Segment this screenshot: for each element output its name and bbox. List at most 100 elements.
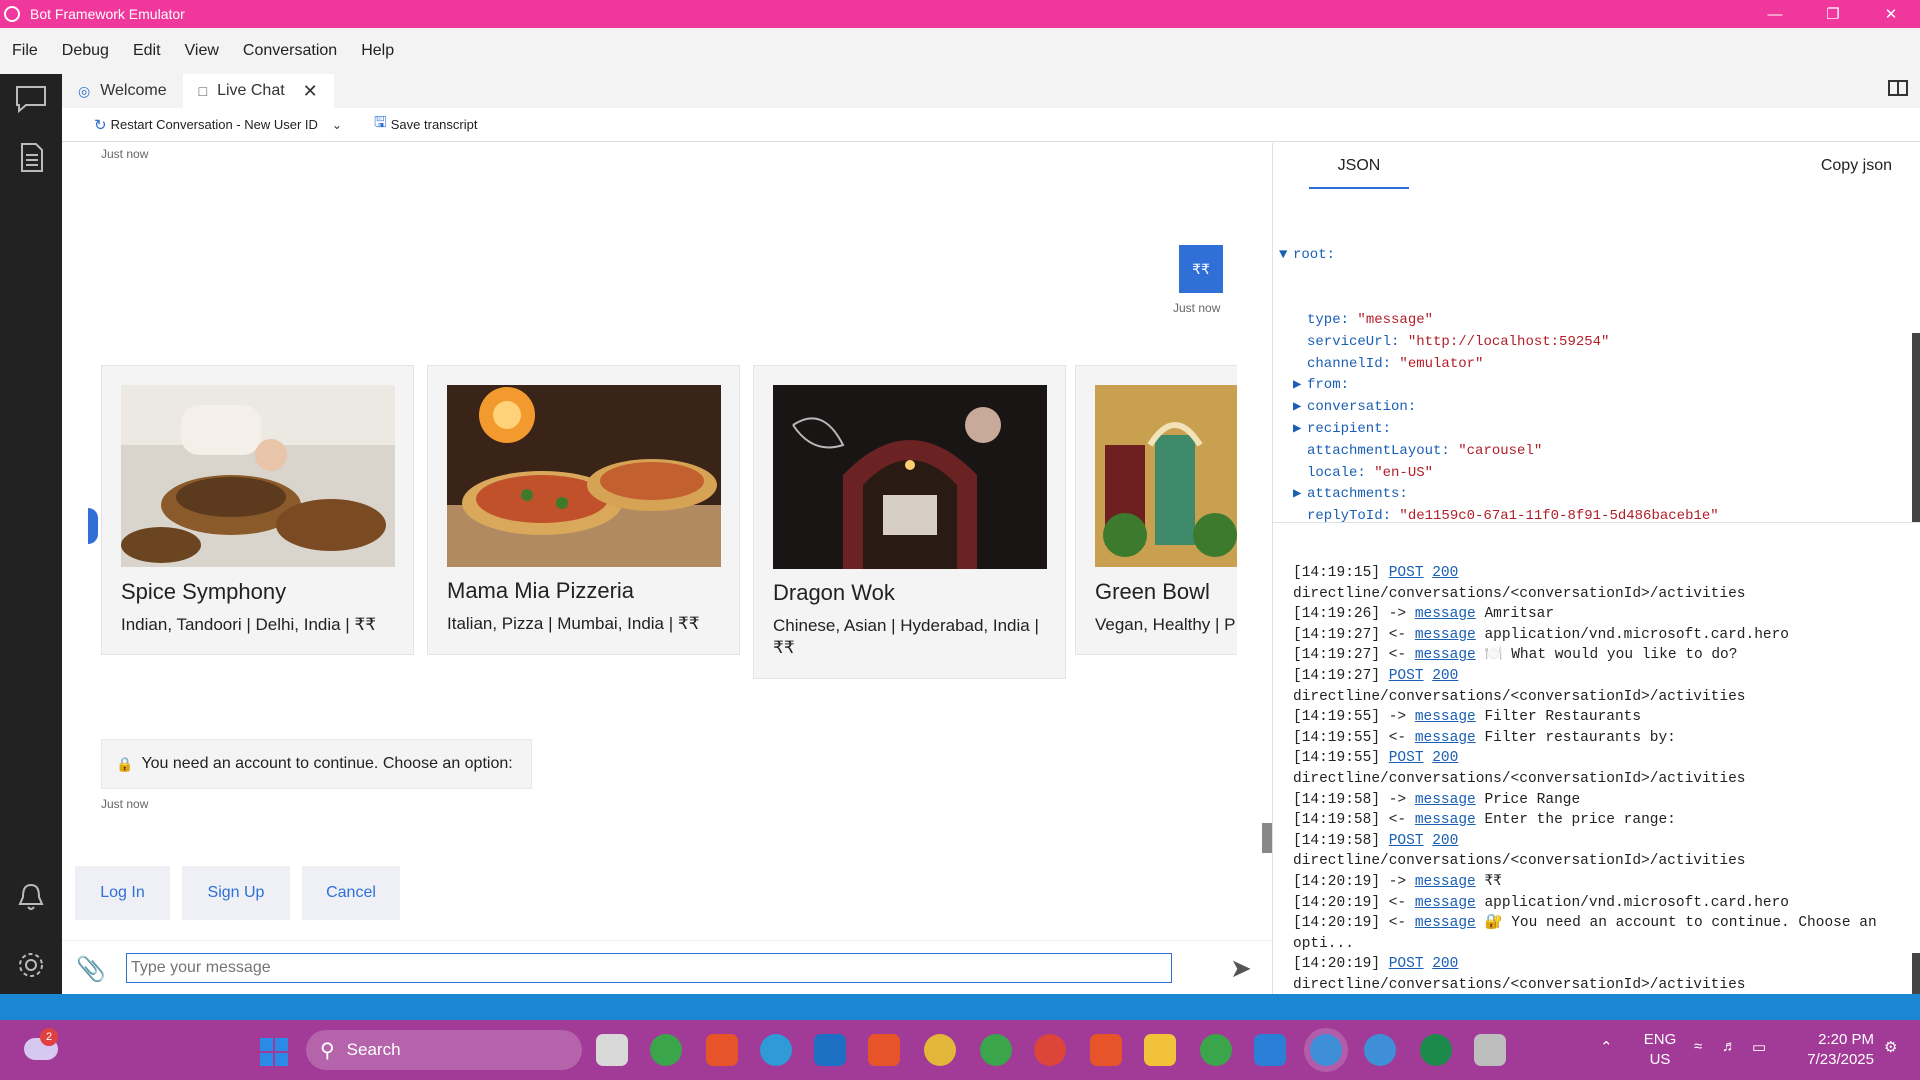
chevron-down-icon[interactable]: ⌄ <box>332 118 342 132</box>
close-window-icon[interactable]: ✕ <box>1862 0 1920 28</box>
menu-help[interactable]: Help <box>349 42 406 60</box>
chat-icon[interactable] <box>14 84 48 114</box>
restore-icon[interactable]: ❐ <box>1804 0 1862 28</box>
tab-live-chat[interactable]: □ Live Chat ✕ <box>182 74 334 108</box>
paperclip-icon[interactable]: 📎 <box>76 955 106 984</box>
log-message-link[interactable]: message <box>1415 709 1476 725</box>
hero-card[interactable]: Green Bowl Vegan, Healthy | P <box>1075 365 1237 655</box>
cancel-button[interactable]: Cancel <box>302 866 400 920</box>
chrome-icon[interactable] <box>1034 1034 1066 1066</box>
bot-emulator-icon[interactable] <box>1310 1034 1342 1066</box>
log-status-link[interactable]: 200 <box>1432 956 1458 972</box>
log-post-link[interactable]: POST <box>1389 565 1424 581</box>
refresh-icon: ↻ <box>94 116 107 134</box>
expand-arrow-icon[interactable]: ▶ <box>1293 375 1307 397</box>
chevron-up-icon[interactable]: ⌃ <box>1600 1038 1613 1056</box>
log-in-button[interactable]: Log In <box>75 866 170 920</box>
chrome-icon[interactable] <box>650 1034 682 1066</box>
bot-emulator-icon[interactable] <box>1364 1034 1396 1066</box>
app-icon[interactable] <box>1474 1034 1506 1066</box>
brave-icon[interactable] <box>1090 1034 1122 1066</box>
chrome-icon[interactable] <box>1200 1034 1232 1066</box>
vscode-icon[interactable] <box>1254 1034 1286 1066</box>
send-icon[interactable]: ➤ <box>1230 953 1252 984</box>
expand-arrow-icon[interactable]: ▼ <box>1279 245 1293 267</box>
inspector-scrollbar[interactable] <box>1912 333 1920 522</box>
taskbar-search[interactable]: ⚲ Search <box>306 1030 582 1070</box>
menu-view[interactable]: View <box>173 42 231 60</box>
settings-gear-icon[interactable] <box>14 950 48 980</box>
log-timestamp: [14:20:19] <box>1293 894 1381 911</box>
log-scrollbar[interactable] <box>1912 953 1920 994</box>
tab-welcome[interactable]: ◎ Welcome <box>62 74 183 108</box>
log-status-link[interactable]: 200 <box>1432 750 1458 766</box>
hero-card[interactable]: Spice Symphony Indian, Tandoori | Delhi,… <box>101 365 414 655</box>
chat-transcript[interactable]: Just now ₹₹ Just now Spice Symphony Indi… <box>62 143 1272 940</box>
language-indicator[interactable]: ENG US <box>1640 1030 1680 1070</box>
log-text: Filter restaurants by: <box>1484 729 1676 746</box>
expand-arrow-icon[interactable]: ▶ <box>1293 484 1307 506</box>
copy-json-button[interactable]: Copy json <box>1821 157 1892 175</box>
brave-icon[interactable] <box>868 1034 900 1066</box>
clock[interactable]: 2:20 PM 7/23/2025 <box>1796 1030 1874 1070</box>
restart-conversation-button[interactable]: ↻ Restart Conversation - New User ID ⌄ <box>94 116 342 134</box>
chat-scrollbar[interactable] <box>1262 823 1272 853</box>
start-button[interactable] <box>260 1038 288 1066</box>
sign-up-button[interactable]: Sign Up <box>182 866 290 920</box>
json-row[interactable]: ▶ from: <box>1279 375 1719 397</box>
log-post-link[interactable]: POST <box>1389 956 1424 972</box>
menu-conversation[interactable]: Conversation <box>231 42 349 60</box>
log-post-link[interactable]: POST <box>1389 668 1424 684</box>
log-message-link[interactable]: message <box>1415 915 1476 931</box>
notification-icon[interactable]: ⚙ <box>1884 1038 1897 1056</box>
battery-icon[interactable]: ▭ <box>1752 1038 1766 1056</box>
log-timestamp: [14:19:58] <box>1293 791 1381 808</box>
tab-json[interactable]: JSON <box>1309 157 1409 189</box>
log-message-link[interactable]: message <box>1415 895 1476 911</box>
outlook-icon[interactable] <box>814 1034 846 1066</box>
json-tree[interactable]: ▼ root: type: "message" serviceUrl: "http:… <box>1279 201 1719 522</box>
carousel-prev-arrow[interactable] <box>88 508 98 544</box>
log-timestamp: [14:19:55] <box>1293 729 1381 746</box>
wifi-icon[interactable]: ≈ <box>1694 1038 1702 1055</box>
log-post-link[interactable]: POST <box>1389 750 1424 766</box>
log-entry: [14:19:58] POST 200 <box>1293 831 1913 852</box>
split-view-icon[interactable] <box>1888 80 1908 96</box>
json-row[interactable]: ▶ attachments: <box>1279 484 1719 506</box>
volume-icon[interactable]: ♬ <box>1722 1038 1737 1055</box>
log-post-link[interactable]: POST <box>1389 833 1424 849</box>
log-message-link[interactable]: message <box>1415 647 1476 663</box>
log-message-link[interactable]: message <box>1415 792 1476 808</box>
menu-edit[interactable]: Edit <box>121 42 173 60</box>
log-status-link[interactable]: 200 <box>1432 565 1458 581</box>
log-message-link[interactable]: message <box>1415 730 1476 746</box>
menu-debug[interactable]: Debug <box>50 42 121 60</box>
expand-arrow-icon[interactable]: ▶ <box>1293 397 1307 419</box>
chrome-icon[interactable] <box>924 1034 956 1066</box>
document-icon[interactable] <box>14 142 48 172</box>
log-message-link[interactable]: message <box>1415 812 1476 828</box>
bell-icon[interactable] <box>14 882 48 912</box>
json-row[interactable]: ▶ recipient: <box>1279 419 1719 441</box>
close-tab-icon[interactable]: ✕ <box>303 81 318 102</box>
log-message-link[interactable]: message <box>1415 627 1476 643</box>
log-status-link[interactable]: 200 <box>1432 668 1458 684</box>
log-status-link[interactable]: 200 <box>1432 833 1458 849</box>
mongodb-icon[interactable] <box>1420 1034 1452 1066</box>
json-row[interactable]: ▶ conversation: <box>1279 397 1719 419</box>
menu-file[interactable]: File <box>0 42 50 60</box>
task-view-icon[interactable] <box>596 1034 628 1066</box>
chrome-icon[interactable] <box>980 1034 1012 1066</box>
minimize-icon[interactable]: — <box>1746 0 1804 28</box>
hero-card[interactable]: Mama Mia Pizzeria Italian, Pizza | Mumba… <box>427 365 740 655</box>
expand-arrow-icon[interactable]: ▶ <box>1293 419 1307 441</box>
edge-icon[interactable] <box>760 1034 792 1066</box>
log-message-link[interactable]: message <box>1415 874 1476 890</box>
log-message-link[interactable]: message <box>1415 606 1476 622</box>
json-key: root: <box>1293 246 1336 263</box>
brave-icon[interactable] <box>706 1034 738 1066</box>
hero-card[interactable]: Dragon Wok Chinese, Asian | Hyderabad, I… <box>753 365 1066 679</box>
message-input[interactable] <box>126 953 1172 983</box>
file-explorer-icon[interactable] <box>1144 1034 1176 1066</box>
save-transcript-button[interactable]: 🖫 Save transcript <box>374 112 477 137</box>
